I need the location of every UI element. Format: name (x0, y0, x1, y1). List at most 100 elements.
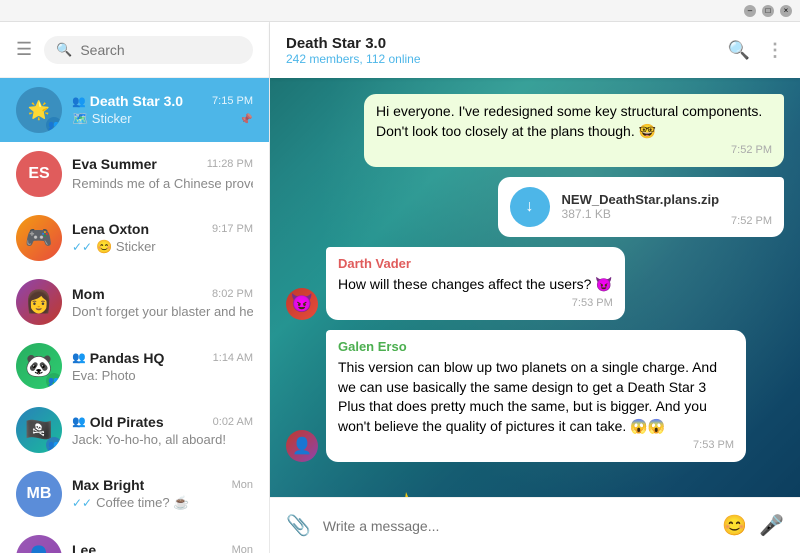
chat-list: 🌟 👥 👥 Death Star 3.0 7:15 PM 🗺️ Sticker … (0, 78, 269, 553)
chat-preview: ✓✓ 😊 Sticker (72, 239, 253, 255)
chat-header: Death Star 3.0 242 members, 112 online 🔍… (270, 22, 800, 78)
sidebar-header: ☰ 🔍 (0, 22, 269, 78)
message-row-galen: 👤 Galen Erso This version can blow up tw… (286, 330, 784, 462)
chat-preview: ✓✓ Coffee time? ☕ (72, 495, 253, 511)
chat-time: Mon (232, 544, 253, 553)
avatar: 🌟 👥 (16, 87, 62, 133)
download-button[interactable]: ↓ (510, 187, 550, 227)
file-size: 387.1 KB (562, 207, 719, 221)
avatar: 👤 (16, 535, 62, 553)
app-container: ☰ 🔍 🌟 👥 👥 Death Star 3.0 (0, 22, 800, 553)
chat-time: 8:02 PM (212, 288, 253, 300)
chat-info: Mom 8:02 PM Don't forget your blaster an… (72, 286, 253, 319)
avatar-galen: 👤 (286, 430, 318, 462)
message-text: How will these changes affect the users?… (338, 275, 613, 295)
chat-time: 0:02 AM (213, 416, 253, 428)
mic-icon[interactable]: 🎤 (759, 513, 784, 538)
chat-name: Eva Summer (72, 156, 157, 172)
chat-preview: Jack: Yo-ho-ho, all aboard! (72, 432, 253, 447)
message-bubble: Galen Erso This version can blow up two … (326, 330, 746, 462)
chat-info: Eva Summer 11:28 PM Reminds me of a Chin… (72, 156, 253, 192)
chat-name: 👥 Death Star 3.0 (72, 93, 183, 109)
avatar: MB (16, 471, 62, 517)
close-button[interactable]: × (780, 5, 792, 17)
chat-time: 9:17 PM (212, 223, 253, 235)
chat-time: 1:14 AM (213, 352, 253, 364)
chat-name: Lena Oxton (72, 221, 149, 237)
search-icon: 🔍 (56, 42, 72, 58)
chat-preview: Eva: Photo (72, 368, 253, 383)
avatar: 🐼 👥 (16, 343, 62, 389)
search-chat-icon[interactable]: 🔍 (728, 40, 750, 61)
avatar: 🏴‍☠️ 👥 (16, 407, 62, 453)
message-text: Hi everyone. I've redesigned some key st… (376, 102, 772, 141)
chat-header-status: 242 members, 112 online (286, 52, 716, 66)
chat-name: Max Bright (72, 477, 144, 493)
file-bubble: ↓ NEW_DeathStar.plans.zip 387.1 KB 7:52 … (498, 177, 784, 237)
chat-preview: 🗺️ Sticker 📌 (72, 111, 253, 127)
chat-info: Max Bright Mon ✓✓ Coffee time? ☕ (72, 477, 253, 511)
chat-name: 👥 Pandas HQ (72, 350, 164, 366)
avatar: 👩 (16, 279, 62, 325)
avatar: ES (16, 151, 62, 197)
chat-info: 👥 Old Pirates 0:02 AM Jack: Yo-ho-ho, al… (72, 414, 253, 447)
chat-time: Mon (232, 479, 253, 491)
chat-name: Lee (72, 542, 96, 553)
chat-info: 👥 Pandas HQ 1:14 AM Eva: Photo (72, 350, 253, 383)
window-chrome: – □ × (0, 0, 800, 22)
chat-header-icons: 🔍 ⋮ (728, 40, 784, 61)
sticker-message (326, 472, 486, 497)
message-time: 7:52 PM (376, 143, 772, 158)
sticker-svg (326, 472, 486, 497)
avatar-darth: 😈 (286, 288, 318, 320)
file-name: NEW_DeathStar.plans.zip (562, 192, 719, 207)
chat-header-name: Death Star 3.0 (286, 35, 716, 52)
message-time: 7:52 PM (731, 215, 772, 227)
chat-item-mom[interactable]: 👩 Mom 8:02 PM Don't forget your blaster … (0, 270, 269, 334)
message-time: 7:53 PM (338, 438, 734, 453)
minimize-button[interactable]: – (744, 5, 756, 17)
chat-item-lena-oxton[interactable]: 🎮 Lena Oxton 9:17 PM ✓✓ 😊 Sticker (0, 206, 269, 270)
chat-item-lee[interactable]: 👤 Lee Mon We can call it Galaxy Star 7 ;… (0, 526, 269, 553)
chat-info: 👥 Death Star 3.0 7:15 PM 🗺️ Sticker 📌 (72, 93, 253, 127)
sidebar: ☰ 🔍 🌟 👥 👥 Death Star 3.0 (0, 22, 270, 553)
chat-time: 11:28 PM (207, 158, 253, 170)
file-info: NEW_DeathStar.plans.zip 387.1 KB (562, 192, 719, 221)
maximize-button[interactable]: □ (762, 5, 774, 17)
chat-info: Lee Mon We can call it Galaxy Star 7 ;) (72, 542, 253, 553)
message-input[interactable] (323, 518, 710, 534)
chat-info: Lena Oxton 9:17 PM ✓✓ 😊 Sticker (72, 221, 253, 255)
avatar: 🎮 (16, 215, 62, 261)
chat-item-pandas-hq[interactable]: 🐼 👥 👥 Pandas HQ 1:14 AM Eva: Photo (0, 334, 269, 398)
search-box[interactable]: 🔍 (44, 36, 253, 64)
chat-item-death-star[interactable]: 🌟 👥 👥 Death Star 3.0 7:15 PM 🗺️ Sticker … (0, 78, 269, 142)
sender-name: Darth Vader (338, 255, 613, 273)
emoji-icon[interactable]: 😊 (722, 513, 747, 538)
message-row: Hi everyone. I've redesigned some key st… (286, 94, 784, 167)
message-row-darth: 😈 Darth Vader How will these changes aff… (286, 247, 784, 320)
chat-item-eva-summer[interactable]: ES Eva Summer 11:28 PM Reminds me of a C… (0, 142, 269, 206)
window-buttons: – □ × (744, 5, 792, 17)
chat-preview: Don't forget your blaster and helmet (72, 304, 253, 319)
chat-input-area: 📎 😊 🎤 (270, 497, 800, 553)
hamburger-icon[interactable]: ☰ (16, 39, 32, 60)
chat-header-info: Death Star 3.0 242 members, 112 online (286, 35, 716, 66)
attach-icon[interactable]: 📎 (286, 513, 311, 538)
message-bubble: Hi everyone. I've redesigned some key st… (364, 94, 784, 167)
message-text: This version can blow up two planets on … (338, 358, 734, 436)
chat-preview: Reminds me of a Chinese prove... 2 (72, 174, 253, 192)
chat-time: 7:15 PM (212, 95, 253, 107)
chat-item-max-bright[interactable]: MB Max Bright Mon ✓✓ Coffee time? ☕ (0, 462, 269, 526)
chat-name: 👥 Old Pirates (72, 414, 164, 430)
chat-main: Death Star 3.0 242 members, 112 online 🔍… (270, 22, 800, 553)
chat-name: Mom (72, 286, 105, 302)
messages-area: Hi everyone. I've redesigned some key st… (270, 78, 800, 497)
search-input[interactable] (80, 42, 241, 58)
message-row-sticker: 👤 (286, 472, 784, 497)
message-row-file: ↓ NEW_DeathStar.plans.zip 387.1 KB 7:52 … (286, 177, 784, 237)
more-options-icon[interactable]: ⋮ (766, 40, 784, 61)
chat-item-old-pirates[interactable]: 🏴‍☠️ 👥 👥 Old Pirates 0:02 AM Jack: Yo-ho… (0, 398, 269, 462)
message-bubble: Darth Vader How will these changes affec… (326, 247, 625, 320)
message-time: 7:53 PM (338, 296, 613, 311)
sender-name: Galen Erso (338, 338, 734, 356)
